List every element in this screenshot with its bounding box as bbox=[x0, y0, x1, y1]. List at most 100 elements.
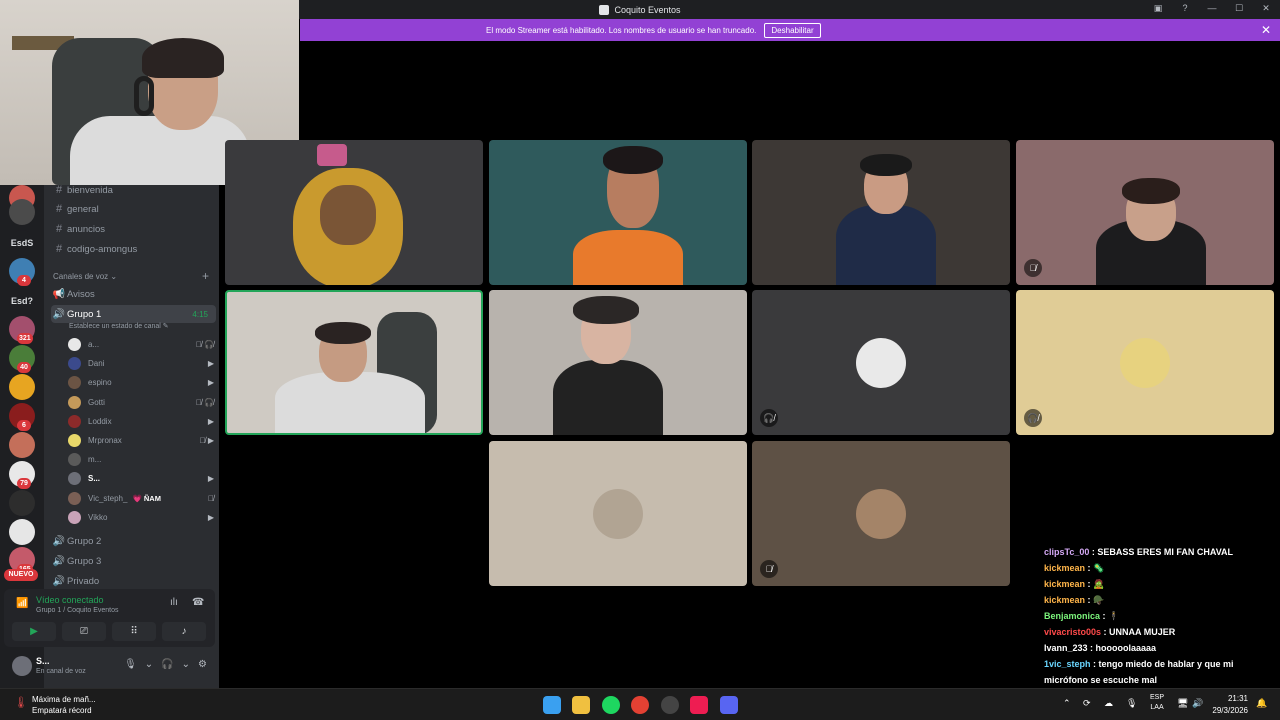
voice-user[interactable]: a... 🎙̸ 🎧̸ bbox=[68, 335, 214, 354]
voice-user-name: Loddix bbox=[88, 416, 112, 426]
server-icon[interactable] bbox=[9, 199, 35, 225]
help-icon[interactable]: ? bbox=[1179, 3, 1191, 14]
voice-user[interactable]: m... bbox=[68, 450, 214, 469]
voice-user[interactable]: Dani ▶ bbox=[68, 354, 214, 373]
voice-state-icon: ▶ bbox=[207, 378, 214, 388]
voice-user[interactable]: Vic_steph_ 💗 ÑAM 🎙̸ bbox=[68, 489, 214, 508]
network-icon[interactable]: 🖥 bbox=[1177, 698, 1188, 709]
avatar bbox=[68, 376, 81, 390]
screen-share-button[interactable]: ⎚ bbox=[62, 622, 106, 641]
file-explorer-icon[interactable] bbox=[572, 696, 590, 714]
chat-message: Ivann_233 : hooooolaaaaa bbox=[1044, 643, 1157, 653]
minimize-button[interactable]: — bbox=[1206, 3, 1218, 14]
avatar[interactable] bbox=[12, 656, 32, 676]
voice-status-title[interactable]: Vídeo conectado bbox=[36, 595, 104, 605]
chevron-down-icon[interactable]: ⌄ bbox=[145, 659, 153, 670]
voice-user[interactable]: Vikko ▶ bbox=[68, 508, 214, 527]
cloud-icon[interactable]: ☁ bbox=[1104, 698, 1113, 709]
noise-suppression-icon[interactable]: ılı bbox=[170, 597, 178, 608]
soundboard-button[interactable]: ♪ bbox=[162, 622, 206, 641]
language-indicator[interactable]: ESP LAA bbox=[1150, 693, 1164, 713]
sync-icon[interactable]: ⟳ bbox=[1083, 698, 1091, 709]
chat-message: micrófono se escuche mal bbox=[1044, 672, 1280, 688]
voice-channel-grupo2[interactable]: 🔊 Grupo 2 bbox=[51, 532, 216, 550]
chrome-icon[interactable] bbox=[631, 696, 649, 714]
video-tile-camera-off[interactable]: 🎧̸ bbox=[752, 290, 1010, 435]
channel-codigo-amongus[interactable]: # codigo-amongus bbox=[51, 240, 137, 258]
server-icon[interactable] bbox=[9, 374, 35, 400]
headphones-icon[interactable]: 🎧 bbox=[161, 659, 173, 670]
chevron-up-icon[interactable]: ⌃ bbox=[1063, 698, 1071, 709]
voice-user-name: Vic_steph_ bbox=[88, 493, 128, 503]
streamer-mode-banner: El modo Streamer está habilitado. Los no… bbox=[300, 19, 1280, 41]
thermometer-icon: 🌡 bbox=[14, 697, 28, 709]
voice-user-name: espino bbox=[88, 378, 112, 388]
add-channel-icon[interactable]: + bbox=[202, 269, 209, 283]
discord-icon[interactable] bbox=[720, 696, 738, 714]
server-icon[interactable] bbox=[9, 432, 35, 458]
activities-button[interactable]: ⠿ bbox=[112, 622, 156, 641]
weather-widget[interactable]: 🌡 Máxima de mañ... Empatará récord bbox=[14, 694, 96, 716]
channel-anuncios[interactable]: # anuncios bbox=[51, 220, 105, 238]
user-name[interactable]: S... bbox=[36, 656, 50, 666]
voice-category[interactable]: Canales de voz ⌄ bbox=[53, 272, 117, 281]
channel-status[interactable]: Establece un estado de canal ✎ bbox=[69, 322, 169, 330]
video-tile-camera-off[interactable]: 🎙̸ bbox=[752, 441, 1010, 586]
voice-status-subtitle[interactable]: Grupo 1 / Coquito Eventos bbox=[36, 607, 119, 614]
chat-message: vivacristo00s : UNNAA MUJER bbox=[1044, 627, 1176, 637]
voice-user-name: Mrpronax bbox=[88, 436, 122, 445]
server-icon[interactable] bbox=[9, 519, 35, 545]
video-tile-speaking[interactable] bbox=[225, 290, 483, 435]
voice-state-icon: ▶ bbox=[207, 512, 214, 522]
new-badge: NUEVO bbox=[4, 569, 38, 581]
channel-general[interactable]: # general bbox=[51, 200, 99, 218]
obs-icon[interactable] bbox=[661, 696, 679, 714]
channel-bienvenida[interactable]: # bienvenida bbox=[51, 181, 113, 199]
chat-username: 1vic_steph bbox=[1044, 659, 1091, 669]
voice-user[interactable]: Mrpronax 🎙̸ ▶ bbox=[68, 431, 214, 450]
video-tile[interactable] bbox=[225, 140, 483, 285]
disable-streamer-button[interactable]: Deshabilitar bbox=[764, 22, 821, 38]
chat-username: kickmean bbox=[1044, 595, 1086, 605]
volume-icon[interactable]: 🔊 bbox=[1192, 698, 1203, 709]
avatar bbox=[68, 338, 81, 351]
notification-icon[interactable]: 🔔 bbox=[1256, 698, 1267, 709]
user-panel: S... En canal de voz 🎙 ⌄ 🎧 ⌄ ⚙ bbox=[4, 650, 215, 682]
voice-user[interactable]: S... ▶ bbox=[68, 469, 214, 488]
server-icon[interactable]: Esd? bbox=[9, 288, 35, 314]
close-banner-icon[interactable]: ✕ bbox=[1261, 23, 1271, 37]
start-icon[interactable] bbox=[543, 696, 561, 714]
microphone-icon[interactable]: 🎙 bbox=[124, 659, 137, 670]
system-clock[interactable]: 21:31 29/3/2026 bbox=[1212, 693, 1248, 717]
inbox-icon[interactable]: ▣ bbox=[1152, 3, 1164, 14]
chevron-down-icon[interactable]: ⌄ bbox=[182, 659, 190, 670]
tiktok-icon[interactable] bbox=[690, 696, 708, 714]
video-tile[interactable] bbox=[489, 290, 747, 435]
video-tile[interactable] bbox=[489, 140, 747, 285]
microphone-icon[interactable]: 🎙 bbox=[1126, 698, 1137, 709]
spotify-icon[interactable] bbox=[602, 696, 620, 714]
voice-user[interactable]: espino ▶ bbox=[68, 373, 214, 392]
voice-user[interactable]: Gotti 🎙̸ 🎧̸ bbox=[68, 393, 214, 412]
close-window-button[interactable]: ✕ bbox=[1260, 3, 1272, 14]
voice-channel-avisos[interactable]: 📢 Avisos bbox=[51, 285, 216, 303]
server-icon[interactable] bbox=[9, 490, 35, 516]
voice-channel-privado[interactable]: 🔊 Privado bbox=[51, 572, 216, 590]
video-tile[interactable]: 🎙̸ bbox=[1016, 140, 1274, 285]
muted-icon: 🎙̸ bbox=[760, 560, 778, 578]
voice-channel-grupo3[interactable]: 🔊 Grupo 3 bbox=[51, 552, 216, 570]
gear-icon[interactable]: ⚙ bbox=[198, 659, 207, 670]
server-icon[interactable]: EsdS bbox=[9, 230, 35, 256]
disconnect-icon[interactable]: ☎ bbox=[192, 597, 204, 608]
voice-channel-grupo1[interactable]: 🔊 Grupo 1 4:15 bbox=[51, 305, 216, 323]
video-tile[interactable] bbox=[752, 140, 1010, 285]
video-tile-camera-off[interactable]: 🎧̸ bbox=[1016, 290, 1274, 435]
camera-button[interactable]: ▶ bbox=[12, 622, 56, 641]
voice-user-name: m... bbox=[88, 455, 102, 465]
video-tile-camera-off[interactable] bbox=[489, 441, 747, 586]
maximize-button[interactable]: ☐ bbox=[1233, 3, 1245, 14]
voice-user[interactable]: Loddix ▶ bbox=[68, 412, 214, 431]
stream-chat-overlay: clipsTc_00 : SEBASS ERES MI FAN CHAVAL ki… bbox=[1044, 544, 1280, 704]
avatar bbox=[68, 434, 81, 447]
muted-icon: 🎙̸ bbox=[1024, 259, 1042, 277]
